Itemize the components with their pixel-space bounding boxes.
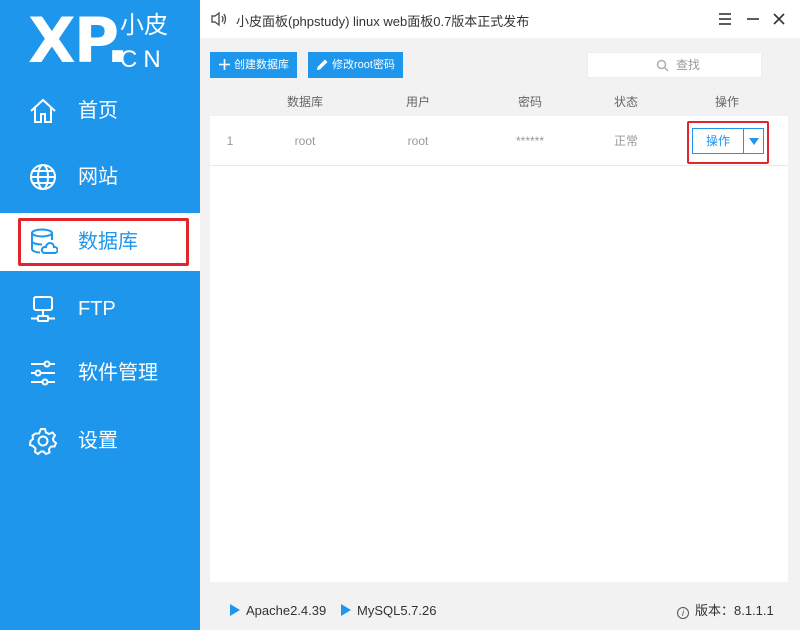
- sidebar-item-database[interactable]: 数据库: [0, 213, 200, 271]
- gear-icon: [28, 428, 58, 456]
- server-icon: [31, 296, 55, 322]
- sidebar-item-label: 网站: [78, 166, 118, 188]
- column-header-status: 状态: [613, 95, 638, 109]
- status-footer: Apache2.4.39 MySQL5.7.26 i 版本：8.1.1.1: [200, 592, 800, 630]
- minimize-icon[interactable]: [742, 8, 764, 30]
- info-icon: i: [677, 607, 689, 619]
- sidebar-item-label: 软件管理: [78, 362, 158, 384]
- sliders-icon: [31, 360, 55, 386]
- home-icon: [30, 98, 56, 123]
- logo-cn-bottom: CN: [120, 46, 167, 73]
- play-icon: [341, 604, 351, 616]
- play-icon: [230, 604, 240, 616]
- database-table-panel: 数据库 用户 密码 状态 操作 1 root root ****** 正常 操作: [210, 88, 788, 582]
- column-header-database: 数据库: [286, 95, 323, 109]
- sidebar-item-label: FTP: [78, 298, 116, 320]
- database-icon: [31, 228, 58, 254]
- row-user: root: [407, 134, 429, 148]
- sidebar-item-label: 数据库: [78, 231, 138, 253]
- create-database-label: 创建数据库: [234, 59, 289, 71]
- close-icon[interactable]: [768, 8, 790, 30]
- column-header-user: 用户: [405, 95, 430, 109]
- logo-cn-top: 小皮: [120, 12, 168, 39]
- action-dropdown-button[interactable]: [744, 128, 764, 154]
- sidebar-item-ftp[interactable]: FTP: [0, 280, 200, 338]
- caret-down-icon: [749, 138, 759, 145]
- row-database: root: [294, 134, 316, 148]
- main-area: 创建数据库 修改root密码 查找 数据库 用户 密码 状态 操作 1 root…: [200, 38, 800, 630]
- action-button[interactable]: 操作: [692, 128, 744, 154]
- modify-root-password-label: 修改root密码: [332, 59, 395, 71]
- table-header: 数据库 用户 密码 状态 操作: [210, 88, 788, 116]
- version-label: 版本：8.1.1.1: [695, 603, 774, 618]
- row-index: 1: [226, 134, 234, 148]
- window-title: 小皮面板(phpstudy) linux web面板0.7版本正式发布: [236, 14, 530, 29]
- sidebar-item-software[interactable]: 软件管理: [0, 344, 200, 402]
- logo: XP. 小皮 CN: [28, 8, 188, 78]
- mysql-label: MySQL5.7.26: [357, 603, 437, 618]
- speaker-icon: [211, 11, 227, 27]
- row-password: ******: [515, 134, 545, 148]
- sidebar-item-settings[interactable]: 设置: [0, 412, 200, 470]
- table-row: 1 root root ****** 正常 操作: [210, 116, 788, 166]
- apache-status[interactable]: Apache2.4.39: [230, 592, 326, 630]
- modify-root-password-button[interactable]: 修改root密码: [308, 52, 403, 78]
- sidebar-item-home[interactable]: 首页: [0, 82, 200, 140]
- menu-icon[interactable]: [714, 8, 736, 30]
- search-icon: [656, 59, 669, 72]
- pencil-icon: [317, 59, 328, 70]
- sidebar-item-website[interactable]: 网站: [0, 148, 200, 206]
- sidebar-item-label: 首页: [78, 100, 118, 122]
- title-bar: 小皮面板(phpstudy) linux web面板0.7版本正式发布: [200, 0, 800, 38]
- search-input[interactable]: 查找: [587, 52, 762, 78]
- version-info: i 版本：8.1.1.1: [677, 592, 774, 630]
- sidebar-item-label: 设置: [78, 430, 118, 452]
- globe-icon: [30, 164, 56, 190]
- search-placeholder: 查找: [676, 58, 701, 72]
- apache-label: Apache2.4.39: [246, 603, 327, 618]
- column-header-action: 操作: [714, 95, 739, 109]
- mysql-status[interactable]: MySQL5.7.26: [341, 592, 437, 630]
- logo-xp: XP.: [28, 4, 129, 77]
- row-status: 正常: [613, 134, 638, 148]
- create-database-button[interactable]: 创建数据库: [210, 52, 297, 78]
- column-header-password: 密码: [517, 95, 542, 109]
- plus-icon: [219, 59, 230, 70]
- sidebar: XP. 小皮 CN 首页 网站 数据库 FTP 软件管理 设置: [0, 0, 200, 630]
